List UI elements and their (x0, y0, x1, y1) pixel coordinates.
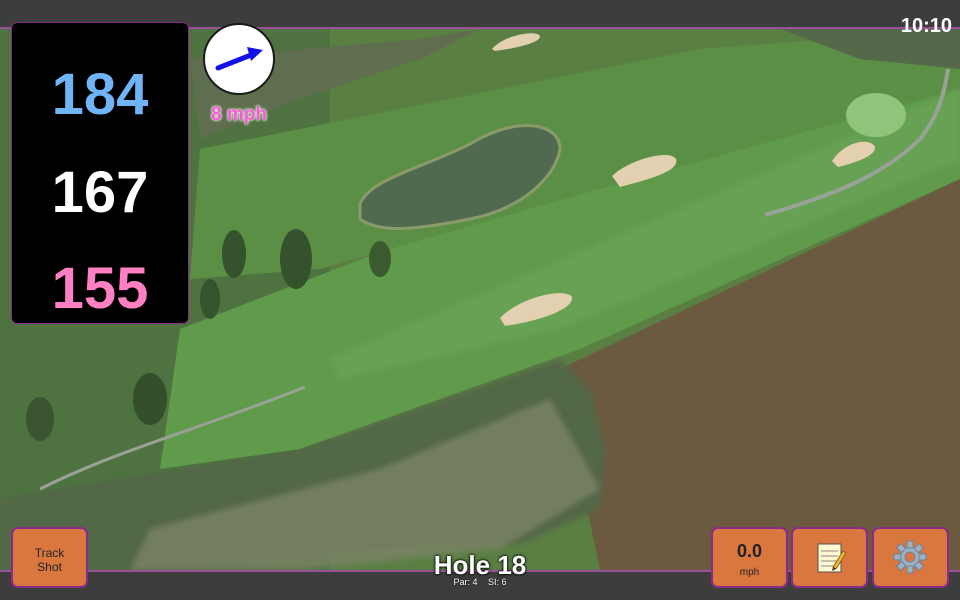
wind-arrow-icon (215, 47, 263, 71)
speed-unit: mph (739, 567, 760, 578)
gear-icon (893, 540, 927, 574)
wind-indicator (203, 23, 275, 95)
speed-value: 0.0 (736, 541, 763, 561)
notes-button[interactable] (791, 527, 868, 588)
notepad-icon (817, 543, 847, 573)
track-shot-label-line2: Shot (37, 560, 62, 574)
speed-button[interactable]: 0.0 mph (711, 527, 788, 588)
track-shot-label-line1: Track (34, 546, 65, 560)
distance-panel: 184 167 155 (11, 22, 189, 324)
distance-middle: 167 (51, 160, 149, 225)
distance-back: 184 (51, 62, 149, 127)
distance-front: 155 (51, 256, 149, 321)
clock: 10:10 (900, 15, 952, 37)
settings-button[interactable] (872, 527, 949, 588)
wind-speed: 8 mph (211, 104, 267, 125)
track-shot-button[interactable]: Track Shot (11, 527, 88, 588)
hole-info: Par: 4 SI: 6 (400, 577, 560, 587)
hole-par: Par: 4 (453, 577, 478, 587)
hole-stroke-index: SI: 6 (488, 577, 507, 587)
